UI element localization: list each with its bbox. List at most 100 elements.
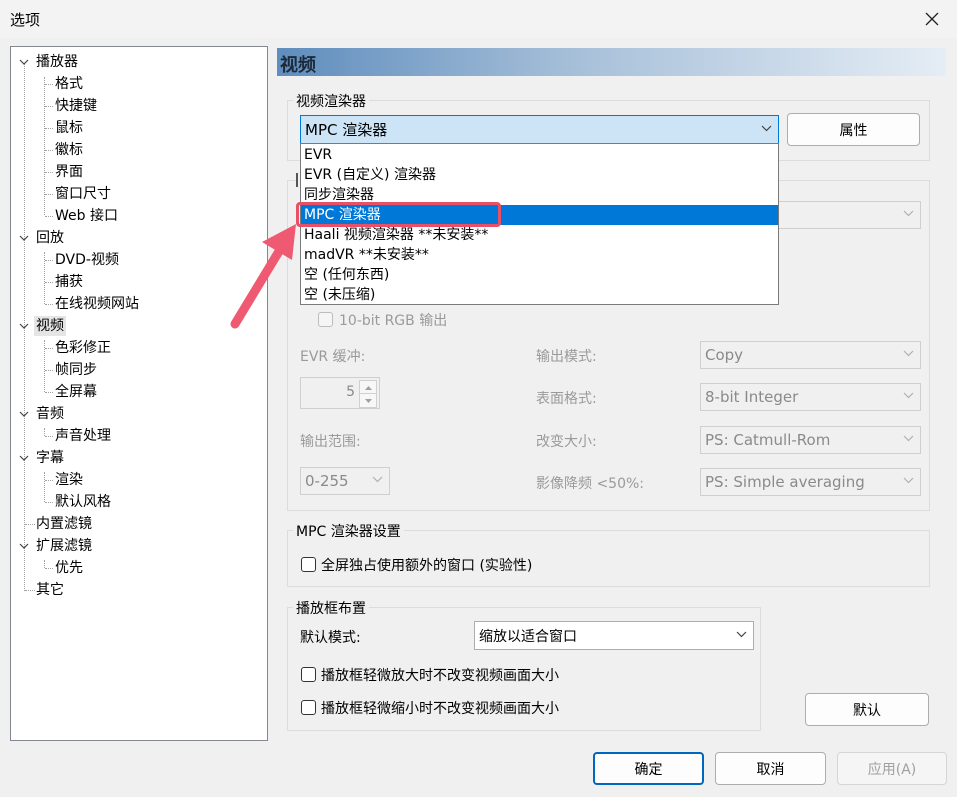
ten-bit-rgb-checkbox[interactable] (318, 312, 333, 327)
chevron-down-icon (19, 411, 29, 417)
cancel-button[interactable]: 取消 (715, 752, 826, 785)
chevron-down-icon (903, 477, 914, 484)
highlight-box (296, 202, 501, 227)
chevron-down-icon (903, 392, 914, 399)
caret-down-icon (364, 398, 372, 403)
no-zoom-out-label: 播放框轻微缩小时不改变视频画面大小 (321, 701, 559, 717)
chevron-down-icon (372, 476, 383, 483)
resize-select[interactable]: PS: Catmull-Rom (700, 426, 921, 454)
ten-bit-rgb-label: 10-bit RGB 输出 (339, 313, 448, 329)
tree-item-online-video[interactable]: 在线视频网站 (55, 294, 139, 314)
dropdown-option-null-uncompressed[interactable]: 空 (未压缩) (301, 285, 778, 305)
output-range-value: 0-255 (305, 472, 349, 490)
tree-item-video[interactable]: 视频 (34, 316, 66, 336)
output-mode-value: Copy (705, 346, 744, 364)
tree-item-capture[interactable]: 捕获 (55, 272, 83, 292)
no-zoom-in-checkbox[interactable] (301, 667, 316, 682)
output-range-select[interactable]: 0-255 (300, 467, 390, 495)
tree-item-playback[interactable]: 回放 (36, 228, 64, 248)
chevron-down-icon (19, 455, 29, 461)
tree-item-subtitles[interactable]: 字幕 (36, 448, 64, 468)
apply-button[interactable]: 应用(A) (837, 752, 947, 785)
chevron-down-icon (903, 435, 914, 442)
close-button[interactable] (912, 4, 952, 34)
renderer-select-value: MPC 渲染器 (305, 121, 388, 139)
downscale-value: PS: Simple averaging (705, 473, 865, 491)
annotation-arrow-icon (230, 224, 296, 329)
default-button[interactable]: 默认 (805, 693, 929, 726)
default-mode-value: 缩放以适合窗口 (479, 628, 577, 645)
resize-value: PS: Catmull-Rom (705, 431, 831, 449)
default-mode-select[interactable]: 缩放以适合窗口 (474, 621, 754, 650)
layout-group-label: 播放框布置 (293, 598, 369, 618)
spin-down-button[interactable] (359, 393, 377, 408)
tree-item-audio[interactable]: 音频 (36, 404, 64, 424)
chevron-down-icon (761, 125, 772, 131)
dropdown-option-evr[interactable]: EVR (301, 145, 778, 165)
no-zoom-in-label: 播放框轻微放大时不改变视频画面大小 (321, 668, 559, 684)
surface-format-value: 8-bit Integer (705, 388, 799, 406)
tree-item-default-style[interactable]: 默认风格 (55, 492, 111, 512)
expander-external-filters[interactable] (18, 540, 30, 552)
close-icon (925, 12, 939, 26)
expander-player[interactable] (18, 56, 30, 68)
output-mode-select[interactable]: Copy (700, 341, 921, 369)
tree-item-formats[interactable]: 格式 (55, 74, 83, 94)
tree-item-color-correction[interactable]: 色彩修正 (55, 338, 111, 358)
default-mode-label: 默认模式: (300, 630, 361, 646)
tree-item-priority[interactable]: 优先 (55, 558, 83, 578)
ok-button[interactable]: 确定 (593, 752, 704, 785)
properties-button[interactable]: 属性 (787, 113, 920, 146)
chevron-down-icon (19, 59, 29, 65)
chevron-down-icon (736, 631, 747, 637)
tree-item-misc[interactable]: 其它 (36, 580, 64, 600)
surface-format-label: 表面格式: (536, 391, 597, 407)
surface-format-select[interactable]: 8-bit Integer (700, 383, 921, 411)
tree-item-interface[interactable]: 界面 (55, 162, 83, 182)
caret-up-icon (364, 385, 372, 390)
options-tree[interactable]: 播放器 格式 快捷键 鼠标 徽标 界面 窗口尺寸 Web 接口 回放 DVD-视… (10, 46, 268, 741)
renderer-group-label: 视频渲染器 (293, 91, 369, 111)
chevron-down-icon (903, 350, 914, 357)
resize-label: 改变大小: (536, 434, 597, 450)
downscale-label: 影像降频 <50%: (536, 476, 645, 492)
evr-buffer-value: 5 (346, 384, 355, 400)
evr-buffer-label: EVR 缓冲: (300, 349, 366, 365)
tree-item-external-filters[interactable]: 扩展滤镜 (36, 536, 92, 556)
page-title: 视频 (280, 55, 316, 76)
expander-playback[interactable] (18, 232, 30, 244)
window-title: 选项 (10, 11, 41, 29)
evr-buffer-spinner[interactable]: 5 (300, 377, 380, 409)
mpc-settings-group-label: MPC 渲染器设置 (293, 521, 404, 541)
tree-item-window-size[interactable]: 窗口尺寸 (55, 184, 111, 204)
title-bar (0, 0, 957, 38)
tree-item-logo[interactable]: 徽标 (55, 140, 83, 160)
output-range-label: 输出范围: (300, 434, 361, 450)
fullscreen-extra-window-label: 全屏独占使用额外的窗口 (实验性) (321, 558, 533, 574)
expander-audio[interactable] (18, 408, 30, 420)
tree-item-internal-filters[interactable]: 内置滤镜 (36, 514, 92, 534)
renderer-select[interactable]: MPC 渲染器 (300, 115, 779, 144)
tree-item-keys[interactable]: 快捷键 (55, 96, 97, 116)
tree-item-sync[interactable]: 帧同步 (55, 360, 97, 380)
fullscreen-extra-window-checkbox[interactable] (301, 557, 316, 572)
page-header: 视频 (277, 48, 946, 76)
output-mode-label: 输出模式: (536, 349, 597, 365)
expander-subtitles[interactable] (18, 452, 30, 464)
no-zoom-out-checkbox[interactable] (301, 700, 316, 715)
tree-item-audio-processing[interactable]: 声音处理 (55, 426, 111, 446)
dropdown-option-haali[interactable]: Haali 视频渲染器 **未安装** (301, 225, 778, 245)
tree-item-player[interactable]: 播放器 (36, 52, 78, 72)
expander-video[interactable] (18, 320, 30, 332)
dropdown-option-null-any[interactable]: 空 (任何东西) (301, 265, 778, 285)
tree-item-web-interface[interactable]: Web 接口 (55, 206, 118, 226)
dropdown-option-madvr[interactable]: madVR **未安装** (301, 245, 778, 265)
tree-item-dvd[interactable]: DVD-视频 (55, 250, 119, 270)
tree-item-mouse[interactable]: 鼠标 (55, 118, 83, 138)
tree-item-rendering[interactable]: 渲染 (55, 470, 83, 490)
dropdown-option-evr-custom[interactable]: EVR (自定义) 渲染器 (301, 165, 778, 185)
chevron-down-icon (19, 235, 29, 241)
chevron-down-icon (19, 323, 29, 329)
tree-item-fullscreen[interactable]: 全屏幕 (55, 382, 97, 402)
downscale-select[interactable]: PS: Simple averaging (700, 468, 921, 496)
